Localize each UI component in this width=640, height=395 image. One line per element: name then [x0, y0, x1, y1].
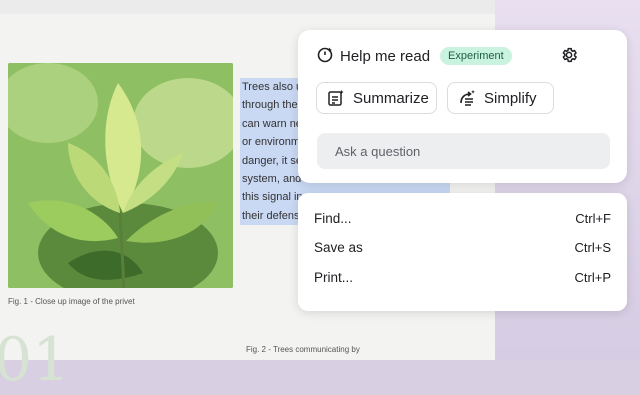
summarize-icon — [327, 89, 345, 107]
section-number: 01 — [0, 325, 71, 395]
simplify-icon — [458, 89, 476, 107]
experiment-badge: Experiment — [440, 47, 512, 65]
menu-item-shortcut: Ctrl+F — [575, 211, 611, 226]
context-menu: Find... Ctrl+F Save as Ctrl+S Print... C… — [298, 193, 627, 311]
menu-item-find[interactable]: Find... Ctrl+F — [298, 204, 627, 233]
figure-1-caption: Fig. 1 - Close up image of the privet — [8, 297, 135, 306]
ask-question-input[interactable] — [333, 142, 594, 160]
summarize-label: Summarize — [353, 89, 429, 107]
summarize-button[interactable]: Summarize — [316, 82, 437, 114]
settings-gear-icon[interactable] — [560, 46, 578, 64]
simplify-label: Simplify — [484, 89, 537, 107]
timer-sparkle-icon — [316, 45, 334, 68]
panel-title: Help me read — [340, 47, 431, 65]
menu-item-label: Save as — [314, 240, 363, 255]
privet-leaves-image — [8, 63, 233, 288]
document-top-strip — [0, 0, 495, 14]
panel-header: Help me read Experiment — [316, 44, 512, 68]
ask-question-field[interactable] — [317, 133, 610, 169]
menu-item-print[interactable]: Print... Ctrl+P — [298, 263, 627, 292]
menu-item-shortcut: Ctrl+P — [574, 270, 611, 285]
figure-2-caption: Fig. 2 - Trees communicating by — [246, 345, 360, 354]
menu-item-shortcut: Ctrl+S — [574, 240, 611, 255]
menu-item-label: Find... — [314, 211, 352, 226]
menu-item-save-as[interactable]: Save as Ctrl+S — [298, 233, 627, 262]
help-me-read-panel: Help me read Experiment Summarize Simpli… — [298, 30, 627, 183]
menu-item-label: Print... — [314, 270, 354, 285]
simplify-button[interactable]: Simplify — [447, 82, 554, 114]
